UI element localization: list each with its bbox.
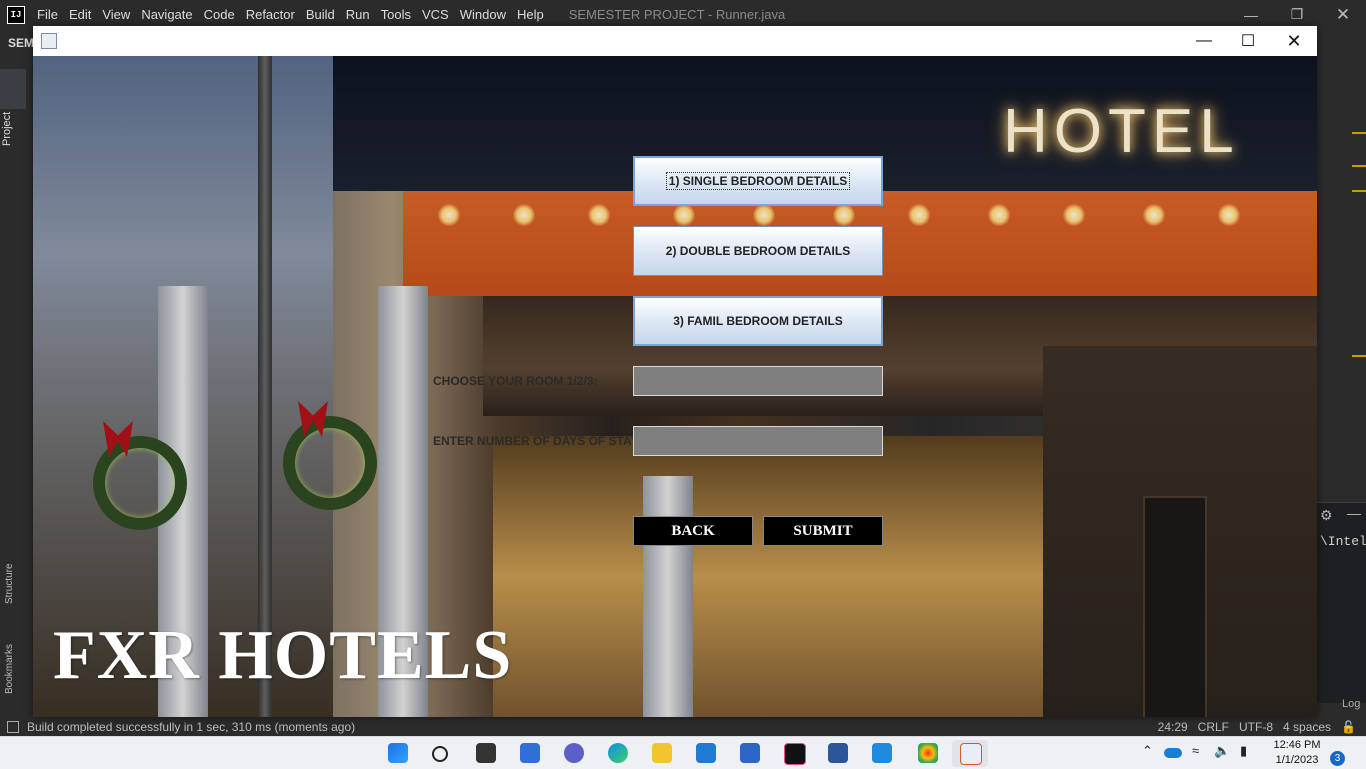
- clock-date: 1/1/2023: [1275, 754, 1319, 766]
- single-bedroom-button[interactable]: 1) SINGLE BEDROOM DETAILS: [633, 156, 883, 206]
- edge-icon[interactable]: [608, 743, 628, 763]
- menu-view[interactable]: View: [102, 7, 130, 22]
- toggle-panels-icon[interactable]: [7, 720, 19, 733]
- run-output-text: \Intel: [1320, 534, 1366, 549]
- line-ending[interactable]: CRLF: [1198, 720, 1229, 734]
- family-bedroom-label: 3) FAMIL BEDROOM DETAILS: [673, 314, 843, 328]
- menu-tools[interactable]: Tools: [381, 7, 411, 22]
- hotel-app-window: — ☐ ✕ HOTEL 1) SINGLE BEDROOM DETAILS 2)…: [33, 26, 1317, 717]
- ide-window-title: SEMESTER PROJECT - Runner.java: [568, 7, 786, 22]
- widgets-icon[interactable]: [520, 743, 540, 763]
- file-explorer-icon[interactable]: [652, 743, 672, 763]
- file-encoding[interactable]: UTF-8: [1239, 720, 1273, 734]
- brand-title: FXR HOTELS: [53, 617, 513, 694]
- hide-panel-icon[interactable]: —: [1347, 505, 1361, 521]
- back-button[interactable]: BACK: [633, 516, 753, 546]
- clock-time: 12:46 PM: [1273, 739, 1321, 751]
- menu-navigate[interactable]: Navigate: [141, 7, 192, 22]
- family-bedroom-button[interactable]: 3) FAMIL BEDROOM DETAILS: [633, 296, 883, 346]
- bookmarks-tab-label[interactable]: Bookmarks: [4, 614, 15, 694]
- days-of-stay-label: ENTER NUMBER OF DAYS OF STAY:: [433, 434, 642, 448]
- wifi-icon[interactable]: ≈: [1192, 743, 1199, 758]
- single-bedroom-label: 1) SINGLE BEDROOM DETAILS: [665, 172, 851, 190]
- editor-marker: [1352, 132, 1366, 134]
- lock-icon[interactable]: 🔓: [1341, 720, 1356, 734]
- start-icon[interactable]: [388, 743, 408, 763]
- store-icon[interactable]: [740, 743, 760, 763]
- java-icon[interactable]: [960, 743, 982, 765]
- onedrive-icon[interactable]: [1164, 748, 1182, 758]
- caret-position[interactable]: 24:29: [1158, 720, 1188, 734]
- indent-setting[interactable]: 4 spaces: [1283, 720, 1331, 734]
- windows-taskbar: ⌃ ≈ 🔈 ▮ 12:46 PM 1/1/2023: [0, 736, 1366, 769]
- menu-file[interactable]: File: [37, 7, 58, 22]
- app-close-icon[interactable]: ✕: [1271, 26, 1317, 56]
- menu-vcs[interactable]: VCS: [422, 7, 449, 22]
- teams-chat-icon[interactable]: [564, 743, 584, 763]
- vscode-icon[interactable]: [872, 743, 892, 763]
- room-choice-label: CHOOSE YOUR ROOM 1/2/3:: [433, 374, 598, 388]
- menu-window[interactable]: Window: [460, 7, 506, 22]
- app-minimize-icon[interactable]: —: [1181, 26, 1227, 56]
- menu-help[interactable]: Help: [517, 7, 544, 22]
- ide-menubar: IJ File Edit View Navigate Code Refactor…: [0, 0, 1366, 29]
- intellij-logo-icon[interactable]: IJ: [7, 5, 25, 24]
- status-message[interactable]: Build completed successfully in 1 sec, 3…: [27, 720, 355, 734]
- double-bedroom-label: 2) DOUBLE BEDROOM DETAILS: [665, 244, 851, 258]
- editor-marker: [1352, 355, 1366, 357]
- project-tab-label[interactable]: Project: [1, 89, 23, 169]
- event-log-tab[interactable]: Log: [1342, 698, 1360, 710]
- menu-build[interactable]: Build: [306, 7, 335, 22]
- intellij-taskbar-icon[interactable]: [784, 743, 806, 765]
- mail-icon[interactable]: [696, 743, 716, 763]
- days-of-stay-input[interactable]: [633, 426, 883, 456]
- menu-refactor[interactable]: Refactor: [246, 7, 295, 22]
- battery-icon[interactable]: ▮: [1240, 743, 1247, 759]
- structure-tab-label[interactable]: Structure: [4, 524, 15, 604]
- notification-badge[interactable]: 3: [1330, 751, 1345, 766]
- volume-icon[interactable]: 🔈: [1214, 743, 1230, 759]
- editor-marker: [1352, 165, 1366, 167]
- chrome-icon[interactable]: [918, 743, 938, 763]
- ide-restore-icon[interactable]: ❐: [1274, 0, 1320, 29]
- submit-button[interactable]: SUBMIT: [763, 516, 883, 546]
- hotel-background: HOTEL 1) SINGLE BEDROOM DETAILS 2) DOUBL…: [33, 56, 1317, 717]
- ide-minimize-icon[interactable]: —: [1228, 0, 1274, 29]
- menu-code[interactable]: Code: [204, 7, 235, 22]
- ide-close-icon[interactable]: ✕: [1320, 0, 1366, 29]
- app-maximize-icon[interactable]: ☐: [1225, 26, 1271, 56]
- word-icon[interactable]: [828, 743, 848, 763]
- ide-statusbar: Build completed successfully in 1 sec, 3…: [0, 717, 1366, 736]
- java-icon: [41, 33, 57, 49]
- ide-run-panel: [1317, 502, 1366, 703]
- gear-icon[interactable]: ⚙: [1320, 507, 1333, 524]
- menu-edit[interactable]: Edit: [69, 7, 91, 22]
- room-choice-input[interactable]: [633, 366, 883, 396]
- editor-marker: [1352, 190, 1366, 192]
- app-titlebar: — ☐ ✕: [33, 26, 1317, 56]
- search-icon[interactable]: [432, 746, 448, 762]
- project-name-fragment: SEM: [8, 36, 35, 50]
- ide-left-toolbar: Project Structure Bookmarks: [0, 29, 33, 717]
- menu-run[interactable]: Run: [346, 7, 370, 22]
- taskbar-clock[interactable]: 12:46 PM 1/1/2023: [1262, 738, 1332, 768]
- chevron-up-icon[interactable]: ⌃: [1142, 743, 1153, 759]
- task-view-icon[interactable]: [476, 743, 496, 763]
- double-bedroom-button[interactable]: 2) DOUBLE BEDROOM DETAILS: [633, 226, 883, 276]
